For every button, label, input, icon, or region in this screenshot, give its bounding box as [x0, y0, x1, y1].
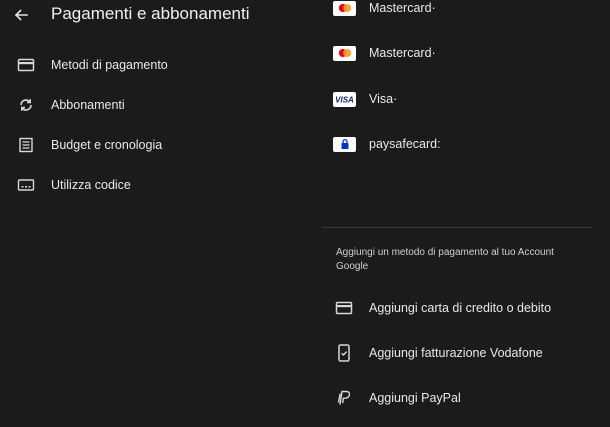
- list-icon: [16, 135, 36, 155]
- add-credit-card-button[interactable]: Aggiungi carta di credito o debito: [322, 293, 592, 323]
- sync-icon: [16, 95, 36, 115]
- payment-method-label: paysafecard:: [369, 137, 441, 151]
- menu-item-label: Budget e cronologia: [51, 138, 163, 152]
- credit-card-icon: [334, 298, 354, 318]
- menu-item-subscriptions[interactable]: Abbonamenti: [0, 90, 320, 120]
- mastercard-logo-icon: [333, 0, 356, 16]
- payment-method-row[interactable]: Mastercard·: [322, 38, 592, 68]
- redeem-code-icon: [16, 175, 36, 195]
- menu-item-label: Abbonamenti: [51, 98, 125, 112]
- mastercard-logo-icon: [333, 45, 356, 61]
- arrow-back-icon: [14, 9, 28, 21]
- add-method-caption: Aggiungi un metodo di pagamento al tuo A…: [336, 247, 554, 272]
- menu-item-payment-methods[interactable]: Metodi di pagamento: [0, 50, 320, 80]
- credit-card-icon: [16, 55, 36, 75]
- menu-item-label: Metodi di pagamento: [51, 58, 168, 72]
- back-button[interactable]: [10, 4, 32, 26]
- add-method-label: Aggiungi fatturazione Vodafone: [369, 346, 543, 360]
- menu-item-label: Utilizza codice: [51, 178, 131, 192]
- visa-logo-icon: VISA: [333, 91, 356, 107]
- menu-item-redeem-code[interactable]: Utilizza codice: [0, 170, 320, 200]
- right-panel: Mastercard· Mastercard· VISA Visa· paysa…: [322, 0, 610, 427]
- header: Pagamenti e abbonamenti: [0, 0, 320, 30]
- left-panel: Pagamenti e abbonamenti Metodi di pagame…: [0, 0, 320, 427]
- paysafecard-logo-icon: [333, 136, 356, 152]
- payment-method-row[interactable]: paysafecard:: [322, 129, 592, 159]
- payment-method-row[interactable]: VISA Visa·: [322, 84, 592, 114]
- add-vodafone-billing-button[interactable]: Aggiungi fatturazione Vodafone: [322, 338, 592, 368]
- payment-method-label: Mastercard·: [369, 1, 436, 15]
- payments-screen: Pagamenti e abbonamenti Metodi di pagame…: [0, 0, 610, 427]
- phone-check-icon: [334, 343, 354, 363]
- paypal-icon: [334, 388, 354, 408]
- add-method-label: Aggiungi PayPal: [369, 391, 461, 405]
- payment-method-label: Visa·: [369, 92, 398, 106]
- page-title: Pagamenti e abbonamenti: [51, 4, 250, 23]
- section-divider: [322, 227, 593, 228]
- add-method-label: Aggiungi carta di credito o debito: [369, 301, 552, 315]
- svg-text:VISA: VISA: [335, 95, 354, 104]
- payment-method-label: Mastercard·: [369, 46, 436, 60]
- add-paypal-button[interactable]: Aggiungi PayPal: [322, 383, 592, 413]
- payment-method-row[interactable]: Mastercard·: [322, 0, 592, 23]
- menu-item-budget-history[interactable]: Budget e cronologia: [0, 130, 320, 160]
